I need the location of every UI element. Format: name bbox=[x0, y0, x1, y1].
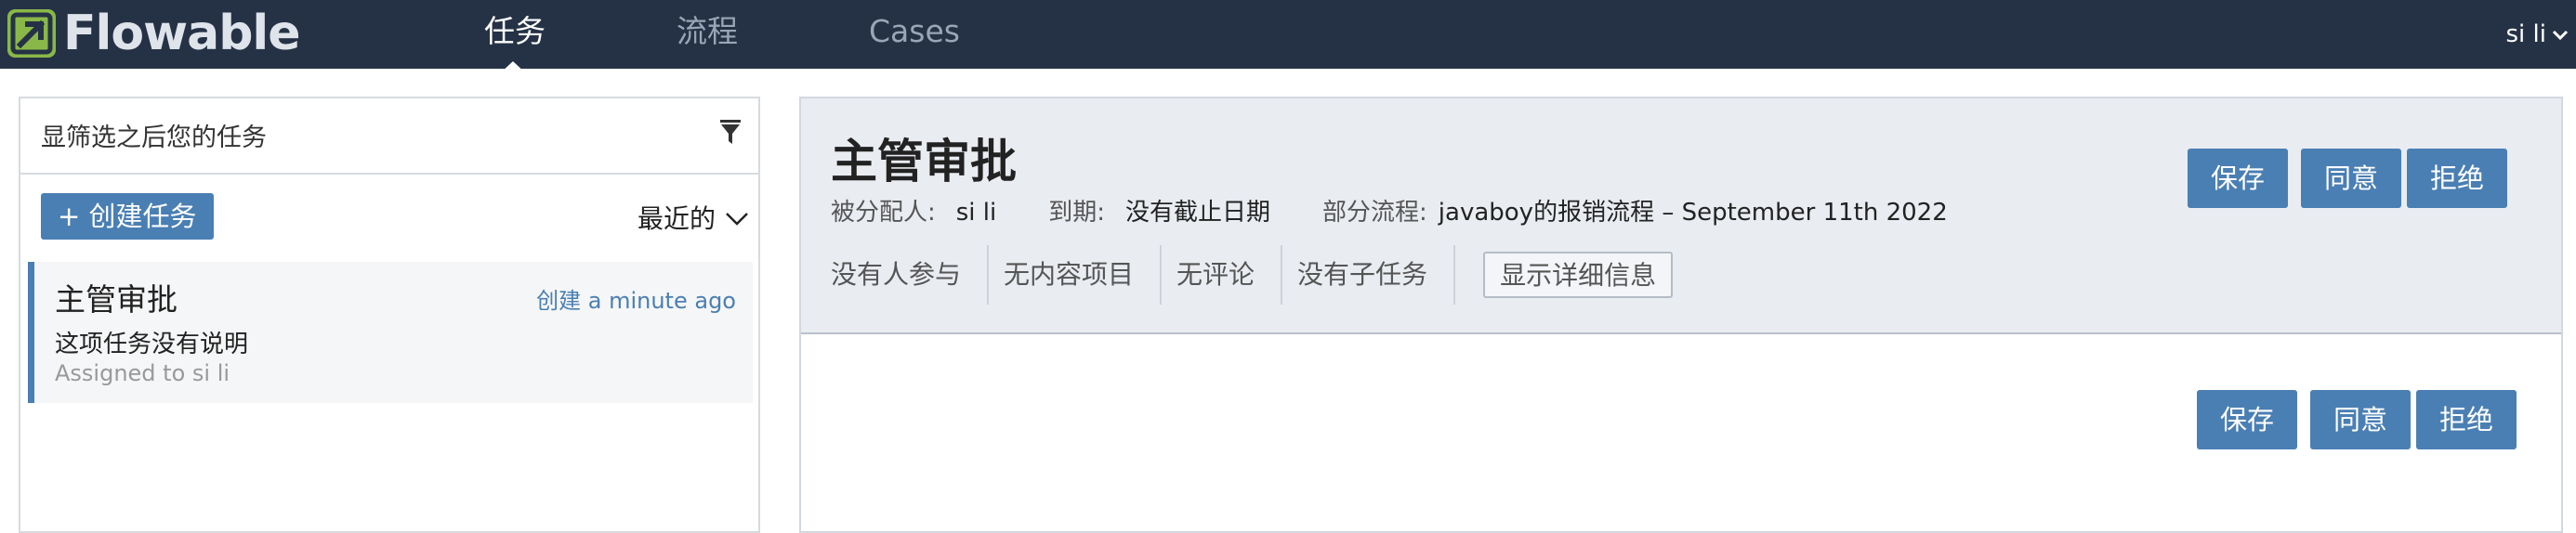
task-detail-title: 主管审批 bbox=[831, 135, 1017, 188]
create-task-button[interactable]: + 创建任务 bbox=[41, 193, 214, 240]
task-detail-header: 主管审批 被分配人: si li 到期: 没有截止日期 部分流程: javabo… bbox=[801, 98, 2561, 334]
user-name: si li bbox=[2505, 20, 2546, 48]
stat-involved[interactable]: 没有人参与 bbox=[816, 245, 990, 305]
filter-text: 显筛选之后您的任务 bbox=[41, 124, 267, 152]
stat-content-items[interactable]: 无内容项目 bbox=[989, 245, 1163, 305]
due-value[interactable]: 没有截止日期 bbox=[1125, 193, 1270, 228]
user-menu[interactable]: si li bbox=[2506, 0, 2569, 69]
top-navbar: Flowable 任务 流程 Cases si li bbox=[0, 0, 2576, 73]
task-item-assignee: Assigned to si li bbox=[55, 360, 230, 386]
sort-label: 最近的 bbox=[637, 203, 716, 234]
form-reject-button[interactable]: 拒绝 bbox=[2416, 390, 2517, 449]
show-details-button[interactable]: 显示详细信息 bbox=[1483, 252, 1674, 298]
process-link[interactable]: javaboy的报销流程 – September 11th 2022 bbox=[1439, 193, 1948, 228]
filter-icon[interactable] bbox=[719, 119, 742, 150]
logo-text: Flowable bbox=[63, 6, 301, 61]
task-list-panel: 显筛选之后您的任务 + 创建任务 最近的 主管审批 创建 a minute ag… bbox=[19, 97, 760, 533]
task-filter-bar[interactable]: 显筛选之后您的任务 bbox=[20, 98, 758, 175]
tab-cases[interactable]: Cases bbox=[869, 0, 960, 69]
task-item-title: 主管审批 bbox=[55, 281, 177, 318]
stat-comments[interactable]: 无评论 bbox=[1162, 245, 1283, 305]
active-tab-caret bbox=[500, 61, 526, 73]
task-stats-row: 没有人参与 无内容项目 无评论 没有子任务 显示详细信息 bbox=[816, 245, 1674, 305]
flowable-logo[interactable]: Flowable bbox=[7, 6, 301, 61]
assignee-label: 被分配人: bbox=[831, 199, 936, 227]
form-save-button[interactable]: 保存 bbox=[2197, 390, 2297, 449]
task-item-description: 这项任务没有说明 bbox=[55, 331, 249, 358]
logo-arrow-icon bbox=[7, 9, 56, 58]
task-list-item[interactable]: 主管审批 创建 a minute ago 这项任务没有说明 Assigned t… bbox=[28, 262, 753, 403]
form-approve-button[interactable]: 同意 bbox=[2310, 390, 2411, 449]
sort-select[interactable]: 最近的 bbox=[637, 199, 749, 236]
reject-button[interactable]: 拒绝 bbox=[2407, 149, 2507, 208]
tab-tasks[interactable]: 任务 bbox=[484, 0, 545, 69]
task-item-created: 创建 a minute ago bbox=[536, 288, 736, 314]
task-list-toolbar: + 创建任务 最近的 bbox=[20, 175, 758, 260]
chevron-down-icon bbox=[725, 202, 749, 233]
save-button[interactable]: 保存 bbox=[2188, 149, 2288, 208]
task-detail-panel: 主管审批 被分配人: si li 到期: 没有截止日期 部分流程: javabo… bbox=[799, 97, 2563, 533]
assignee-value[interactable]: si li bbox=[956, 199, 996, 227]
due-label: 到期: bbox=[1048, 199, 1106, 227]
stat-subtasks[interactable]: 没有子任务 bbox=[1282, 245, 1456, 305]
approve-button[interactable]: 同意 bbox=[2301, 149, 2401, 208]
task-meta-row: 被分配人: si li 到期: 没有截止日期 部分流程: javaboy的报销流… bbox=[831, 193, 2000, 228]
chevron-down-icon bbox=[2552, 3, 2569, 66]
tab-processes[interactable]: 流程 bbox=[677, 0, 738, 69]
process-label: 部分流程: bbox=[1322, 199, 1427, 227]
